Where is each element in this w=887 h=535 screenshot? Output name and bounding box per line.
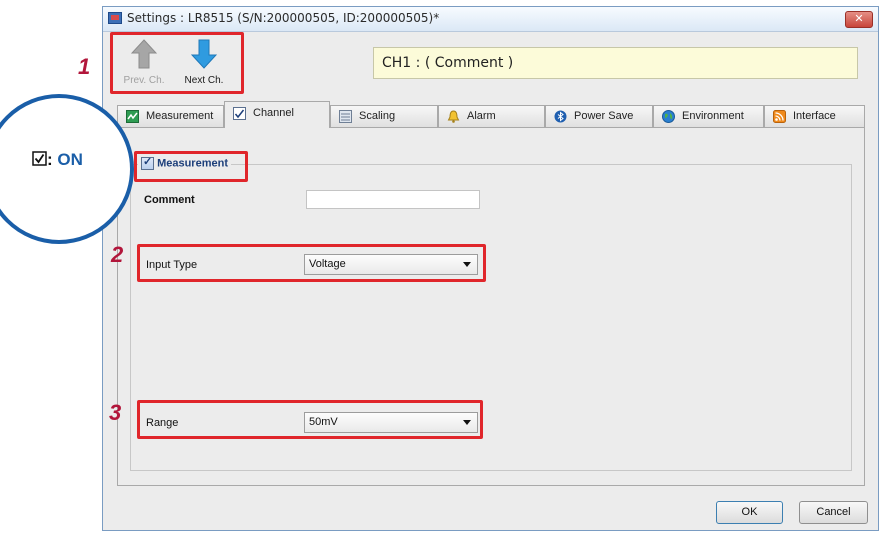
- cancel-button[interactable]: Cancel: [799, 501, 868, 524]
- checked-box-icon: [32, 151, 47, 166]
- tab-environment-label: Environment: [682, 110, 744, 122]
- highlight-box-nav: [110, 32, 244, 94]
- tab-environment[interactable]: Environment: [653, 105, 764, 127]
- tab-power-save[interactable]: Power Save: [545, 105, 653, 127]
- comment-input[interactable]: [306, 190, 480, 209]
- tab-measurement-label: Measurement: [146, 110, 214, 122]
- settings-window: Settings : LR8515 (S/N:200000505, ID:200…: [102, 6, 879, 531]
- title-bar[interactable]: Settings : LR8515 (S/N:200000505, ID:200…: [103, 7, 878, 32]
- tab-strip: Measurement Channel Scaling Alarm Power …: [117, 101, 865, 128]
- tab-alarm[interactable]: Alarm: [438, 105, 545, 127]
- tab-channel[interactable]: Channel: [224, 101, 330, 128]
- comment-label: Comment: [144, 194, 195, 206]
- close-button[interactable]: ✕: [845, 11, 873, 28]
- window-title: Settings : LR8515 (S/N:200000505, ID:200…: [127, 11, 440, 25]
- tab-measurement[interactable]: Measurement: [117, 105, 224, 127]
- callout-on-label: ON: [57, 150, 83, 169]
- step-number-1: 1: [78, 54, 91, 79]
- tab-interface[interactable]: Interface: [764, 105, 865, 127]
- bell-icon: [447, 110, 460, 123]
- scaling-icon: [339, 110, 352, 123]
- highlight-box-input-type: [137, 244, 486, 282]
- step-number-2: 2: [111, 242, 124, 267]
- rss-icon: [773, 110, 786, 123]
- ok-button[interactable]: OK: [716, 501, 783, 524]
- bluetooth-icon: [554, 110, 567, 123]
- tab-scaling[interactable]: Scaling: [330, 105, 438, 127]
- app-icon: [108, 12, 122, 24]
- callout-colon: :: [47, 150, 53, 169]
- tab-alarm-label: Alarm: [467, 110, 496, 122]
- tab-scaling-label: Scaling: [359, 110, 396, 122]
- tab-channel-label: Channel: [253, 107, 294, 119]
- globe-icon: [662, 110, 675, 123]
- step-number-3: 3: [109, 400, 122, 425]
- highlight-box-measurement: [134, 151, 248, 182]
- callout-text: : ON: [32, 150, 83, 170]
- measurement-icon: [126, 110, 139, 123]
- highlight-box-range: [137, 400, 483, 439]
- channel-comment-display: CH1 : ( Comment ): [373, 47, 858, 79]
- tab-interface-label: Interface: [793, 110, 836, 122]
- tab-power-save-label: Power Save: [574, 110, 634, 122]
- channel-check-icon: [233, 107, 246, 120]
